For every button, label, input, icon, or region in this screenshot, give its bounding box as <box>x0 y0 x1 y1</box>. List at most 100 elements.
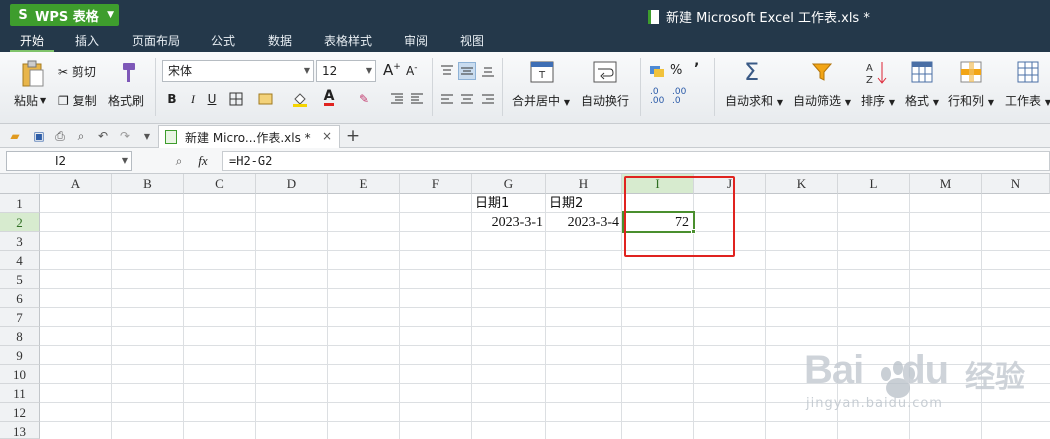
decrease-font-button[interactable]: A- <box>406 63 417 78</box>
zoom-search-icon[interactable]: ⌕ <box>170 152 188 170</box>
row-header-5[interactable]: 5 <box>0 270 40 289</box>
format-painter-button[interactable]: 格式刷 <box>108 92 144 109</box>
print-icon[interactable]: ⎙ <box>51 127 69 145</box>
column-header-n[interactable]: N <box>982 174 1050 194</box>
column-header-l[interactable]: L <box>838 174 910 194</box>
wrap-text-button[interactable]: 自动换行 <box>581 92 629 109</box>
tab-formulas[interactable]: 公式 <box>201 30 245 52</box>
undo-icon[interactable]: ↶ <box>94 127 112 145</box>
cell-g1[interactable]: 日期1 <box>475 195 545 213</box>
column-header-d[interactable]: D <box>256 174 328 194</box>
column-header-c[interactable]: C <box>184 174 256 194</box>
row-header-2[interactable]: 2 <box>0 213 40 232</box>
column-header-f[interactable]: F <box>400 174 472 194</box>
autofilter-button[interactable]: 自动筛选 ▼ <box>793 92 851 109</box>
cell-h2[interactable]: 2023-3-4 <box>546 214 621 232</box>
app-menu-button[interactable]: S WPS 表格 ▼ <box>10 4 119 26</box>
cut-button[interactable]: ✂ 剪切 <box>58 63 96 80</box>
sort-az-icon[interactable]: AZ <box>864 60 888 86</box>
column-header-g[interactable]: G <box>472 174 546 194</box>
italic-button[interactable]: I <box>184 90 202 108</box>
percent-button[interactable]: % <box>670 63 682 78</box>
column-header-h[interactable]: H <box>546 174 622 194</box>
align-middle-icon[interactable] <box>458 62 476 80</box>
column-header-e[interactable]: E <box>328 174 400 194</box>
column-header-k[interactable]: K <box>766 174 838 194</box>
document-tab[interactable]: 新建 Micro...作表.xls * <box>158 125 340 148</box>
new-tab-button[interactable]: + <box>344 126 362 146</box>
tab-page-layout[interactable]: 页面布局 <box>125 30 187 52</box>
indent-increase-icon[interactable] <box>408 90 426 108</box>
format-button[interactable]: 格式 ▼ <box>905 92 939 109</box>
quick-access-dropdown-icon[interactable]: ▼ <box>138 127 156 145</box>
tab-insert[interactable]: 插入 <box>65 30 109 52</box>
select-all-corner[interactable] <box>0 174 40 194</box>
cell-h1[interactable]: 日期2 <box>549 195 621 213</box>
tab-view[interactable]: 视图 <box>450 30 494 52</box>
column-header-a[interactable]: A <box>40 174 112 194</box>
align-center-icon[interactable] <box>458 90 476 108</box>
row-header-6[interactable]: 6 <box>0 289 40 308</box>
row-header-9[interactable]: 9 <box>0 346 40 365</box>
row-header-1[interactable]: 1 <box>0 194 40 213</box>
align-right-icon[interactable] <box>479 90 497 108</box>
row-header-3[interactable]: 3 <box>0 232 40 251</box>
tab-table-style[interactable]: 表格样式 <box>316 30 380 52</box>
decrease-decimal-button[interactable]: .00 .0 <box>672 88 686 106</box>
format-grid-icon[interactable] <box>910 60 934 84</box>
align-bottom-icon[interactable] <box>479 62 497 80</box>
tab-data[interactable]: 数据 <box>258 30 302 52</box>
autosum-button[interactable]: 自动求和 ▼ <box>725 92 783 109</box>
row-header-7[interactable]: 7 <box>0 308 40 327</box>
cell-g2[interactable]: 2023-3-1 <box>472 214 545 232</box>
tab-home[interactable]: 开始 <box>10 30 54 52</box>
sort-button[interactable]: 排序 ▼ <box>861 92 895 109</box>
worksheet-button[interactable]: 工作表 ▼ <box>1005 92 1050 109</box>
format-painter-icon[interactable] <box>116 60 138 86</box>
formula-input[interactable]: =H2-G2 <box>222 151 1050 171</box>
comma-button[interactable]: ’ <box>694 61 699 77</box>
align-top-icon[interactable] <box>438 62 456 80</box>
close-tab-icon[interactable]: × <box>318 127 336 145</box>
worksheet-icon[interactable] <box>1016 60 1040 84</box>
row-column-button[interactable]: 行和列 ▼ <box>948 92 994 109</box>
row-column-icon[interactable] <box>959 60 983 84</box>
tab-review[interactable]: 审阅 <box>394 30 438 52</box>
column-header-b[interactable]: B <box>112 174 184 194</box>
fill-color-icon[interactable] <box>291 90 309 108</box>
save-icon[interactable]: ▣ <box>30 127 48 145</box>
paste-icon[interactable] <box>20 60 46 88</box>
paste-dropdown-icon[interactable]: ▼ <box>40 96 46 105</box>
row-header-13[interactable]: 13 <box>0 422 40 439</box>
indent-decrease-icon[interactable] <box>388 90 406 108</box>
font-name-select[interactable]: 宋体 ▼ <box>162 60 314 82</box>
row-header-4[interactable]: 4 <box>0 251 40 270</box>
align-left-icon[interactable] <box>438 90 456 108</box>
row-header-11[interactable]: 11 <box>0 384 40 403</box>
insert-function-button[interactable]: fx <box>194 152 212 170</box>
filter-funnel-icon[interactable] <box>810 60 834 84</box>
wrap-text-icon[interactable] <box>592 60 618 84</box>
bold-button[interactable]: B <box>163 90 181 108</box>
column-header-m[interactable]: M <box>910 174 982 194</box>
font-size-select[interactable]: 12 ▼ <box>316 60 376 82</box>
copy-button[interactable]: ❐ 复制 <box>58 92 97 109</box>
name-box[interactable]: I2 ▼ <box>6 151 132 171</box>
borders-icon[interactable] <box>227 90 245 108</box>
currency-icon[interactable] <box>648 62 666 80</box>
increase-font-button[interactable]: A+ <box>383 61 401 79</box>
sigma-icon[interactable]: Σ <box>744 58 759 86</box>
row-header-8[interactable]: 8 <box>0 327 40 346</box>
row-header-12[interactable]: 12 <box>0 403 40 422</box>
open-folder-icon[interactable]: ▰ <box>6 127 24 145</box>
cell-style-icon[interactable] <box>257 90 275 108</box>
merge-center-icon[interactable]: T <box>529 60 555 84</box>
print-preview-icon[interactable]: ⌕ <box>72 127 90 145</box>
font-color-icon[interactable]: A <box>320 88 338 106</box>
row-header-10[interactable]: 10 <box>0 365 40 384</box>
redo-icon[interactable]: ↷ <box>116 127 134 145</box>
underline-button[interactable]: U <box>203 90 221 108</box>
paste-button[interactable]: 粘贴 <box>14 92 38 109</box>
merge-center-button[interactable]: 合并居中 ▼ <box>512 92 570 109</box>
clear-format-icon[interactable]: ✎ <box>355 90 373 108</box>
